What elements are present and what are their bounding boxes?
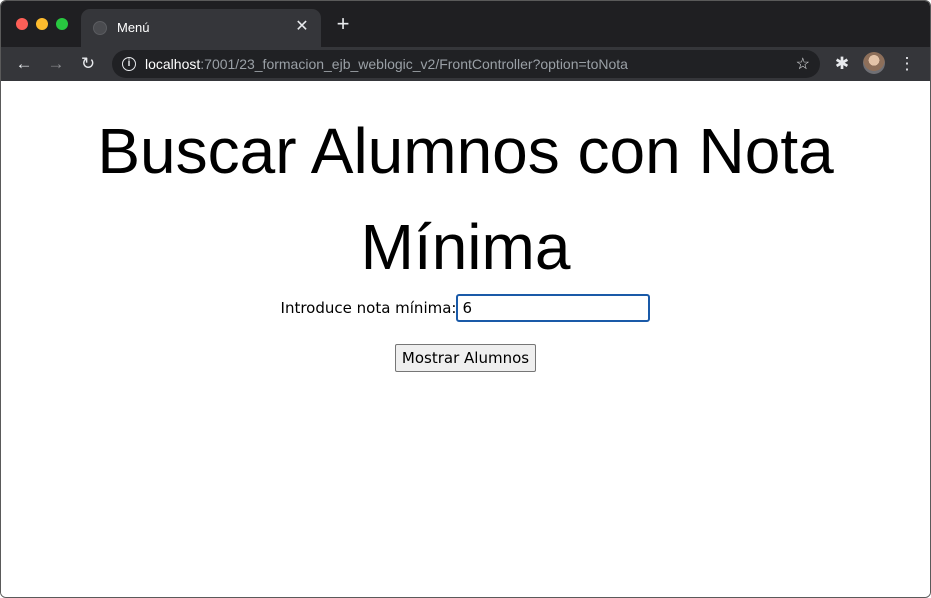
url-text[interactable]: localhost:7001/23_formacion_ejb_weblogic… (145, 56, 628, 72)
new-tab-button[interactable]: + (333, 13, 353, 35)
reload-icon[interactable]: ↻ (77, 53, 99, 75)
tab-menu[interactable]: Menú ✕ (81, 9, 321, 47)
page-title: Buscar Alumnos con Nota Mínima (97, 115, 834, 283)
tab-strip: Menú ✕ + (1, 1, 930, 47)
back-icon[interactable]: ← (13, 53, 35, 75)
maximize-window-button[interactable] (56, 18, 68, 30)
button-row: Mostrar Alumnos (1, 344, 930, 372)
forward-icon[interactable]: → (45, 53, 67, 75)
nota-input[interactable] (456, 294, 651, 322)
url-path: :7001/23_formacion_ejb_weblogic_v2/Front… (200, 56, 628, 72)
menu-icon[interactable]: ⋮ (896, 53, 918, 75)
tab-title: Menú (117, 20, 150, 35)
close-tab-icon[interactable]: ✕ (293, 18, 311, 36)
address-bar[interactable]: i localhost:7001/23_formacion_ejb_weblog… (112, 50, 820, 78)
avatar[interactable] (863, 52, 885, 74)
close-window-button[interactable] (16, 18, 28, 30)
page-content: Buscar Alumnos con Nota Mínima Introduce… (1, 81, 930, 597)
browser-window: Menú ✕ + ← → ↻ i localhost:7001/23_forma… (0, 0, 931, 598)
nota-form-row: Introduce nota mínima: (1, 294, 930, 322)
globe-icon (93, 21, 107, 35)
browser-toolbar: ← → ↻ i localhost:7001/23_formacion_ejb_… (1, 47, 930, 81)
star-icon[interactable]: ☆ (796, 54, 810, 74)
mostrar-alumnos-button[interactable]: Mostrar Alumnos (394, 344, 537, 372)
extensions-icon[interactable]: ✱ (831, 53, 853, 75)
minimize-window-button[interactable] (36, 18, 48, 30)
url-host: localhost (145, 56, 201, 72)
info-icon[interactable]: i (122, 57, 136, 71)
nota-label: Introduce nota mínima: (280, 299, 457, 317)
